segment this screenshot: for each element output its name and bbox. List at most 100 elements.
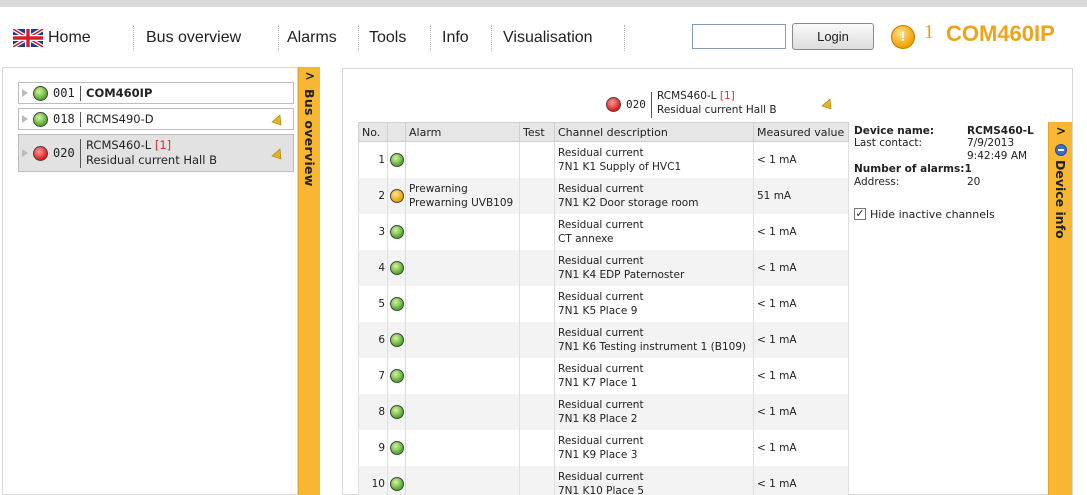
- status-green-icon: [389, 368, 404, 383]
- measured-value: < 1 mA: [753, 429, 849, 466]
- device-info-tab[interactable]: > Device info: [1048, 122, 1072, 495]
- device-name-line: RCMS460-L [1]: [657, 90, 735, 102]
- device-address: 018: [53, 112, 75, 126]
- collapse-chevron-icon[interactable]: >: [299, 69, 321, 83]
- alarm-warning-icon[interactable]: !: [891, 25, 915, 49]
- alarm-text: Prewarning: [409, 182, 468, 195]
- measured-value: < 1 mA: [753, 321, 849, 358]
- channel-description-cell: Residual current 7N1 K1 Supply of HVC1: [554, 141, 754, 178]
- status-cell: [387, 177, 406, 214]
- table-row[interactable]: 4 Residual current 7N1 K4 EDP Paternoster <…: [358, 249, 849, 286]
- column-header-channel-description[interactable]: Channel description: [554, 122, 754, 142]
- table-row[interactable]: 1 Residual current 7N1 K1 Supply of HVC1 < …: [358, 141, 849, 178]
- channel-name: 7N1 K1 Supply of HVC1: [558, 160, 682, 173]
- divider: [651, 92, 652, 118]
- table-row[interactable]: 5 Residual current 7N1 K5 Place 9 < 1 mA: [358, 285, 849, 322]
- status-cell: [387, 141, 406, 178]
- measured-value: < 1 mA: [753, 249, 849, 286]
- table-row[interactable]: 2 Prewarning Prewarning UVB109 Residual cur…: [358, 177, 849, 214]
- nav-divider: [624, 25, 625, 51]
- device-row-020[interactable]: 020 RCMS460-L [1] Residual current Hall …: [18, 134, 294, 172]
- channel-number: 6: [358, 321, 388, 358]
- alarm-detail: Prewarning UVB109: [409, 196, 514, 209]
- nav-bus-overview[interactable]: Bus overview: [146, 24, 241, 52]
- alarm-count[interactable]: 1: [924, 21, 934, 44]
- device-detail-panel: 020 RCMS460-L [1] Residual current Hall …: [342, 68, 1073, 495]
- expand-arrow-icon[interactable]: [22, 89, 28, 97]
- expand-arrow-icon[interactable]: [22, 115, 28, 123]
- login-input[interactable]: [692, 24, 786, 49]
- nav-visualisation[interactable]: Visualisation: [503, 24, 593, 52]
- channel-number: 9: [358, 429, 388, 466]
- uk-flag-icon[interactable]: [13, 29, 43, 47]
- status-cell: [387, 393, 406, 430]
- channel-name: CT annexe: [558, 232, 614, 245]
- device-name-value: RCMS460-L: [967, 125, 1034, 137]
- divider: [80, 112, 81, 127]
- column-header-no[interactable]: No.: [358, 122, 388, 142]
- channel-type: Residual current: [558, 434, 644, 447]
- channel-number: 3: [358, 213, 388, 250]
- bell-icon[interactable]: [821, 98, 833, 110]
- column-header-alarm[interactable]: Alarm: [405, 122, 520, 142]
- number-of-alarms: Number of alarms:1: [854, 163, 972, 175]
- bell-icon[interactable]: [271, 148, 283, 160]
- channel-type: Residual current: [558, 218, 644, 231]
- hide-inactive-checkbox[interactable]: ✓: [854, 208, 866, 220]
- channel-type: Residual current: [558, 182, 644, 195]
- measured-value: < 1 mA: [753, 393, 849, 430]
- channel-number: 4: [358, 249, 388, 286]
- test-cell: [519, 141, 555, 178]
- column-header-measured-value[interactable]: Measured value: [753, 122, 849, 142]
- channel-description-cell: Residual current CT annexe: [554, 213, 754, 250]
- channel-number: 5: [358, 285, 388, 322]
- last-contact-label: Last contact:: [854, 137, 923, 149]
- alarm-cell: [405, 465, 520, 495]
- device-row-018[interactable]: 018 RCMS490-D: [18, 108, 294, 130]
- device-name: RCMS490-D: [86, 112, 154, 126]
- expand-arrow-icon[interactable]: [22, 149, 28, 157]
- bell-icon[interactable]: [271, 114, 283, 126]
- alarm-tag: [1]: [154, 138, 172, 152]
- device-row-001[interactable]: 001 COM460IP: [18, 82, 294, 104]
- channel-name: 7N1 K7 Place 1: [558, 376, 638, 389]
- channel-type: Residual current: [558, 470, 644, 483]
- status-yellow-icon: [389, 188, 404, 203]
- status-cell: [387, 213, 406, 250]
- nav-home[interactable]: Home: [48, 24, 91, 52]
- nav-divider: [430, 25, 431, 51]
- test-cell: [519, 429, 555, 466]
- table-row[interactable]: 10 Residual current 7N1 K10 Place 5 < 1 mA: [358, 465, 849, 495]
- nav-info[interactable]: Info: [442, 24, 469, 52]
- alarm-cell: [405, 285, 520, 322]
- table-row[interactable]: 8 Residual current 7N1 K8 Place 2 < 1 mA: [358, 393, 849, 430]
- table-row[interactable]: 6 Residual current 7N1 K6 Testing instrume…: [358, 321, 849, 358]
- measured-value: < 1 mA: [753, 213, 849, 250]
- info-icon: [1055, 144, 1067, 156]
- device-info-panel: Device name: RCMS460-L Last contact: 7/9…: [850, 122, 1048, 495]
- table-row[interactable]: 3 Residual current CT annexe < 1 mA: [358, 213, 849, 250]
- nav-divider: [133, 25, 134, 51]
- divider: [80, 139, 81, 168]
- login-button[interactable]: Login: [792, 23, 874, 50]
- column-header-test[interactable]: Test: [519, 122, 555, 142]
- channel-table: No. Alarm Test Channel description Measu…: [358, 122, 849, 495]
- device-info-tab-label: Device info: [1053, 160, 1068, 239]
- expand-chevron-icon[interactable]: >: [1049, 124, 1073, 138]
- status-green-icon: [389, 476, 404, 491]
- status-cell: [387, 357, 406, 394]
- number-of-alarms-label: Number of alarms:: [854, 163, 965, 175]
- nav-alarms[interactable]: Alarms: [287, 24, 337, 52]
- status-red-icon: [33, 146, 48, 161]
- channel-name: 7N1 K8 Place 2: [558, 412, 638, 425]
- channel-description-cell: Residual current 7N1 K7 Place 1: [554, 357, 754, 394]
- bus-overview-tab[interactable]: > Bus overview: [298, 67, 320, 495]
- nav-tools[interactable]: Tools: [369, 24, 406, 52]
- device-subname: Residual current Hall B: [657, 104, 777, 116]
- table-row[interactable]: 9 Residual current 7N1 K9 Place 3 < 1 mA: [358, 429, 849, 466]
- status-green-icon: [33, 112, 48, 127]
- channel-type: Residual current: [558, 290, 644, 303]
- channel-type: Residual current: [558, 398, 644, 411]
- table-row[interactable]: 7 Residual current 7N1 K7 Place 1 < 1 mA: [358, 357, 849, 394]
- hide-inactive-label[interactable]: Hide inactive channels: [870, 208, 995, 221]
